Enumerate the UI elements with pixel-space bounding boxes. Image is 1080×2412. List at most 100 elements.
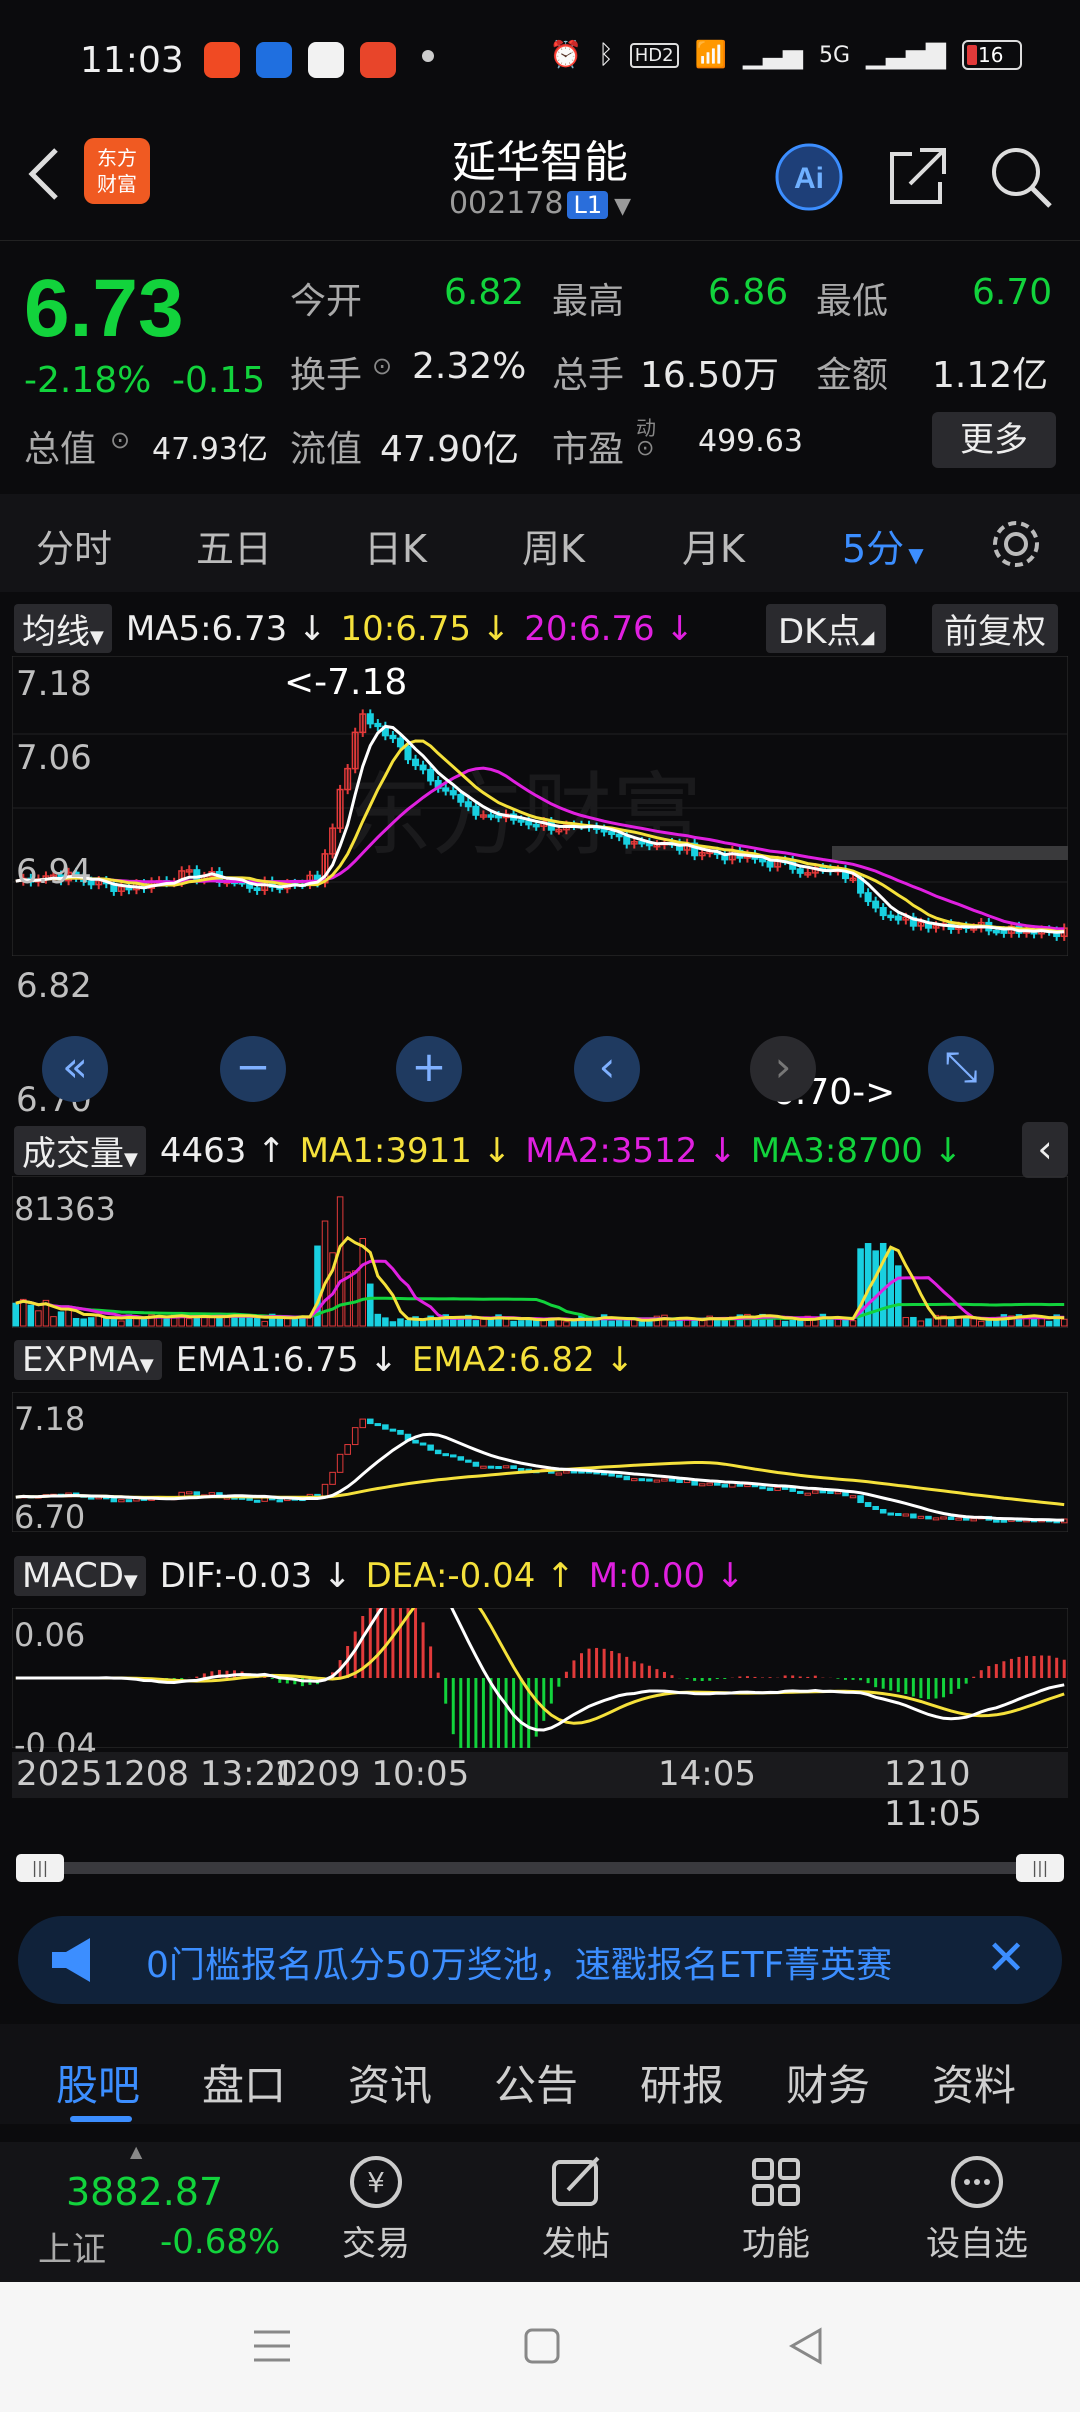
mktcap-value: 47.93亿 bbox=[152, 432, 268, 467]
expma-candle bbox=[744, 1484, 751, 1488]
post-button[interactable]: 发帖 bbox=[526, 2152, 626, 2282]
signal-icon: ▁▃▅▇ bbox=[866, 40, 946, 70]
zoom-out-button[interactable]: − bbox=[220, 1036, 286, 1102]
back-nav-icon[interactable] bbox=[786, 2326, 826, 2366]
tab-announcements[interactable]: 公告 bbox=[494, 2052, 578, 2113]
range-handle-right[interactable]: ||| bbox=[1016, 1854, 1064, 1882]
trade-button[interactable]: ¥ 交易 bbox=[326, 2152, 426, 2282]
open-label: 今开 bbox=[290, 281, 363, 322]
expma-indicator-select[interactable]: EXPMA▼ bbox=[14, 1340, 162, 1380]
close-icon[interactable]: ✕ bbox=[986, 1930, 1026, 1986]
main-indicator-select[interactable]: 均线▼ bbox=[14, 604, 112, 653]
expma-candle bbox=[872, 1505, 879, 1510]
time-label: 14:05 bbox=[658, 1754, 756, 1794]
tab-weekly-k[interactable]: 周K bbox=[522, 518, 585, 573]
volume-chart[interactable] bbox=[12, 1176, 1068, 1328]
tab-finance[interactable]: 财务 bbox=[786, 2052, 870, 2113]
tab-research[interactable]: 研报 bbox=[640, 2052, 724, 2113]
expma-candle bbox=[947, 1516, 955, 1520]
candle-body bbox=[449, 790, 457, 796]
expma-candle bbox=[563, 1470, 570, 1474]
adjust-select-button[interactable]: 前复权 bbox=[932, 604, 1058, 653]
tab-monthly-k[interactable]: 月K bbox=[682, 518, 745, 573]
volume-bar bbox=[27, 1304, 35, 1327]
macd-y-top: 0.06 bbox=[14, 1616, 86, 1654]
expma-candle bbox=[864, 1502, 872, 1507]
dk-point-button[interactable]: DK点◢ bbox=[766, 604, 887, 653]
y-tick: 6.82 bbox=[16, 966, 92, 1006]
volume-bar bbox=[20, 1298, 27, 1327]
tab-daily-k[interactable]: 日K bbox=[364, 518, 427, 573]
volume-indicator-select[interactable]: 成交量▼ bbox=[14, 1126, 146, 1175]
expma-candle bbox=[631, 1478, 638, 1482]
tab-profile[interactable]: 资料 bbox=[932, 2052, 1016, 2113]
volume-bar bbox=[1038, 1317, 1045, 1327]
tab-pankou[interactable]: 盘口 bbox=[202, 2052, 286, 2113]
functions-label: 功能 bbox=[742, 2224, 810, 2264]
support-band bbox=[832, 846, 1068, 860]
macd-indicator-select[interactable]: MACD▼ bbox=[14, 1556, 146, 1596]
ai-button[interactable]: Ai bbox=[774, 142, 844, 212]
collapse-panel-button[interactable]: ‹ bbox=[1022, 1122, 1068, 1178]
home-icon[interactable] bbox=[522, 2326, 562, 2366]
candle-body bbox=[864, 892, 872, 903]
scroll-right-button[interactable]: › bbox=[750, 1036, 816, 1102]
gear-icon bbox=[993, 521, 1039, 567]
high-marker: <-7.18 bbox=[284, 662, 408, 703]
volume-bar bbox=[35, 1310, 42, 1327]
candle-body bbox=[525, 820, 533, 826]
volume-bar bbox=[434, 1319, 442, 1327]
expma-candle bbox=[434, 1449, 442, 1455]
more-button[interactable]: 更多 bbox=[932, 412, 1056, 468]
share-button[interactable] bbox=[882, 142, 952, 212]
expma-chart[interactable] bbox=[12, 1392, 1068, 1532]
info-icon[interactable]: ⊙ bbox=[636, 436, 654, 461]
expma-candle bbox=[676, 1478, 683, 1484]
candle-body bbox=[374, 722, 382, 728]
scroll-left-button[interactable]: ‹ bbox=[574, 1036, 640, 1102]
tab-5min[interactable]: 5分 ▼ bbox=[842, 518, 924, 573]
bottom-action-bar: ▲ 3882.87 上证 -0.68% ¥ 交易 发帖 功能 设自选 bbox=[0, 2142, 1080, 2282]
battery-icon: 16 bbox=[962, 40, 1022, 70]
info-icon[interactable]: ⊙ bbox=[110, 426, 130, 454]
scroll-left-fast-button[interactable]: « bbox=[42, 1036, 108, 1102]
tab-five-day[interactable]: 五日 bbox=[196, 518, 272, 573]
tab-guba[interactable]: 股吧 bbox=[56, 2052, 140, 2113]
promo-banner[interactable]: 0门槛报名瓜分50万奖池，速戳报名ETF菁英赛 ✕ bbox=[18, 1916, 1062, 2004]
expand-chart-button[interactable]: ⤡ bbox=[928, 1036, 994, 1102]
menu-icon[interactable] bbox=[252, 2326, 292, 2366]
add-watchlist-button[interactable]: 设自选 bbox=[912, 2152, 1042, 2282]
expma-candle bbox=[796, 1490, 804, 1494]
expma-candle bbox=[895, 1512, 902, 1516]
expma-candle bbox=[555, 1472, 563, 1476]
expma-candle bbox=[819, 1490, 827, 1494]
zoom-in-button[interactable]: + bbox=[396, 1036, 462, 1102]
chart-settings-button[interactable] bbox=[988, 516, 1044, 572]
status-icons: ⏰ ᛒ HD2 📶 ▁▃▅ 5G ▁▃▅▇ 16 bbox=[550, 40, 1022, 70]
chart-area: 均线▼ MA5:6.73 ↓ 10:6.75 ↓ 20:6.76 ↓ DK点◢ … bbox=[0, 592, 1080, 1892]
status-time: 11:03 bbox=[80, 40, 184, 81]
search-button[interactable] bbox=[986, 142, 1056, 212]
macd-chart[interactable] bbox=[12, 1608, 1068, 1748]
info-icon[interactable]: ⊙ bbox=[372, 352, 392, 380]
tab-news[interactable]: 资讯 bbox=[348, 2052, 432, 2113]
range-scrollbar[interactable] bbox=[16, 1862, 1064, 1874]
ema1-line bbox=[15, 1432, 1065, 1522]
expma-candle bbox=[208, 1492, 216, 1496]
candle-body bbox=[758, 858, 767, 863]
index-widget[interactable]: ▲ 3882.87 上证 -0.68% bbox=[0, 2142, 290, 2282]
volume-bar bbox=[872, 1250, 879, 1327]
functions-button[interactable]: 功能 bbox=[726, 2152, 826, 2282]
expma-candle bbox=[857, 1495, 864, 1504]
expma-candle bbox=[329, 1471, 336, 1485]
time-label: 1210 11:05 bbox=[884, 1754, 982, 1834]
candle-body bbox=[532, 823, 540, 828]
candlestick-chart[interactable]: 东方财富 bbox=[12, 656, 1068, 956]
volume-bar bbox=[367, 1283, 374, 1327]
add-watchlist-label: 设自选 bbox=[926, 2224, 1028, 2264]
expma-candle bbox=[721, 1484, 729, 1488]
volume-bar bbox=[842, 1318, 849, 1327]
range-handle-left[interactable]: ||| bbox=[16, 1854, 64, 1882]
tab-intraday[interactable]: 分时 bbox=[36, 518, 112, 573]
amount-value: 1.12亿 bbox=[932, 355, 1049, 396]
